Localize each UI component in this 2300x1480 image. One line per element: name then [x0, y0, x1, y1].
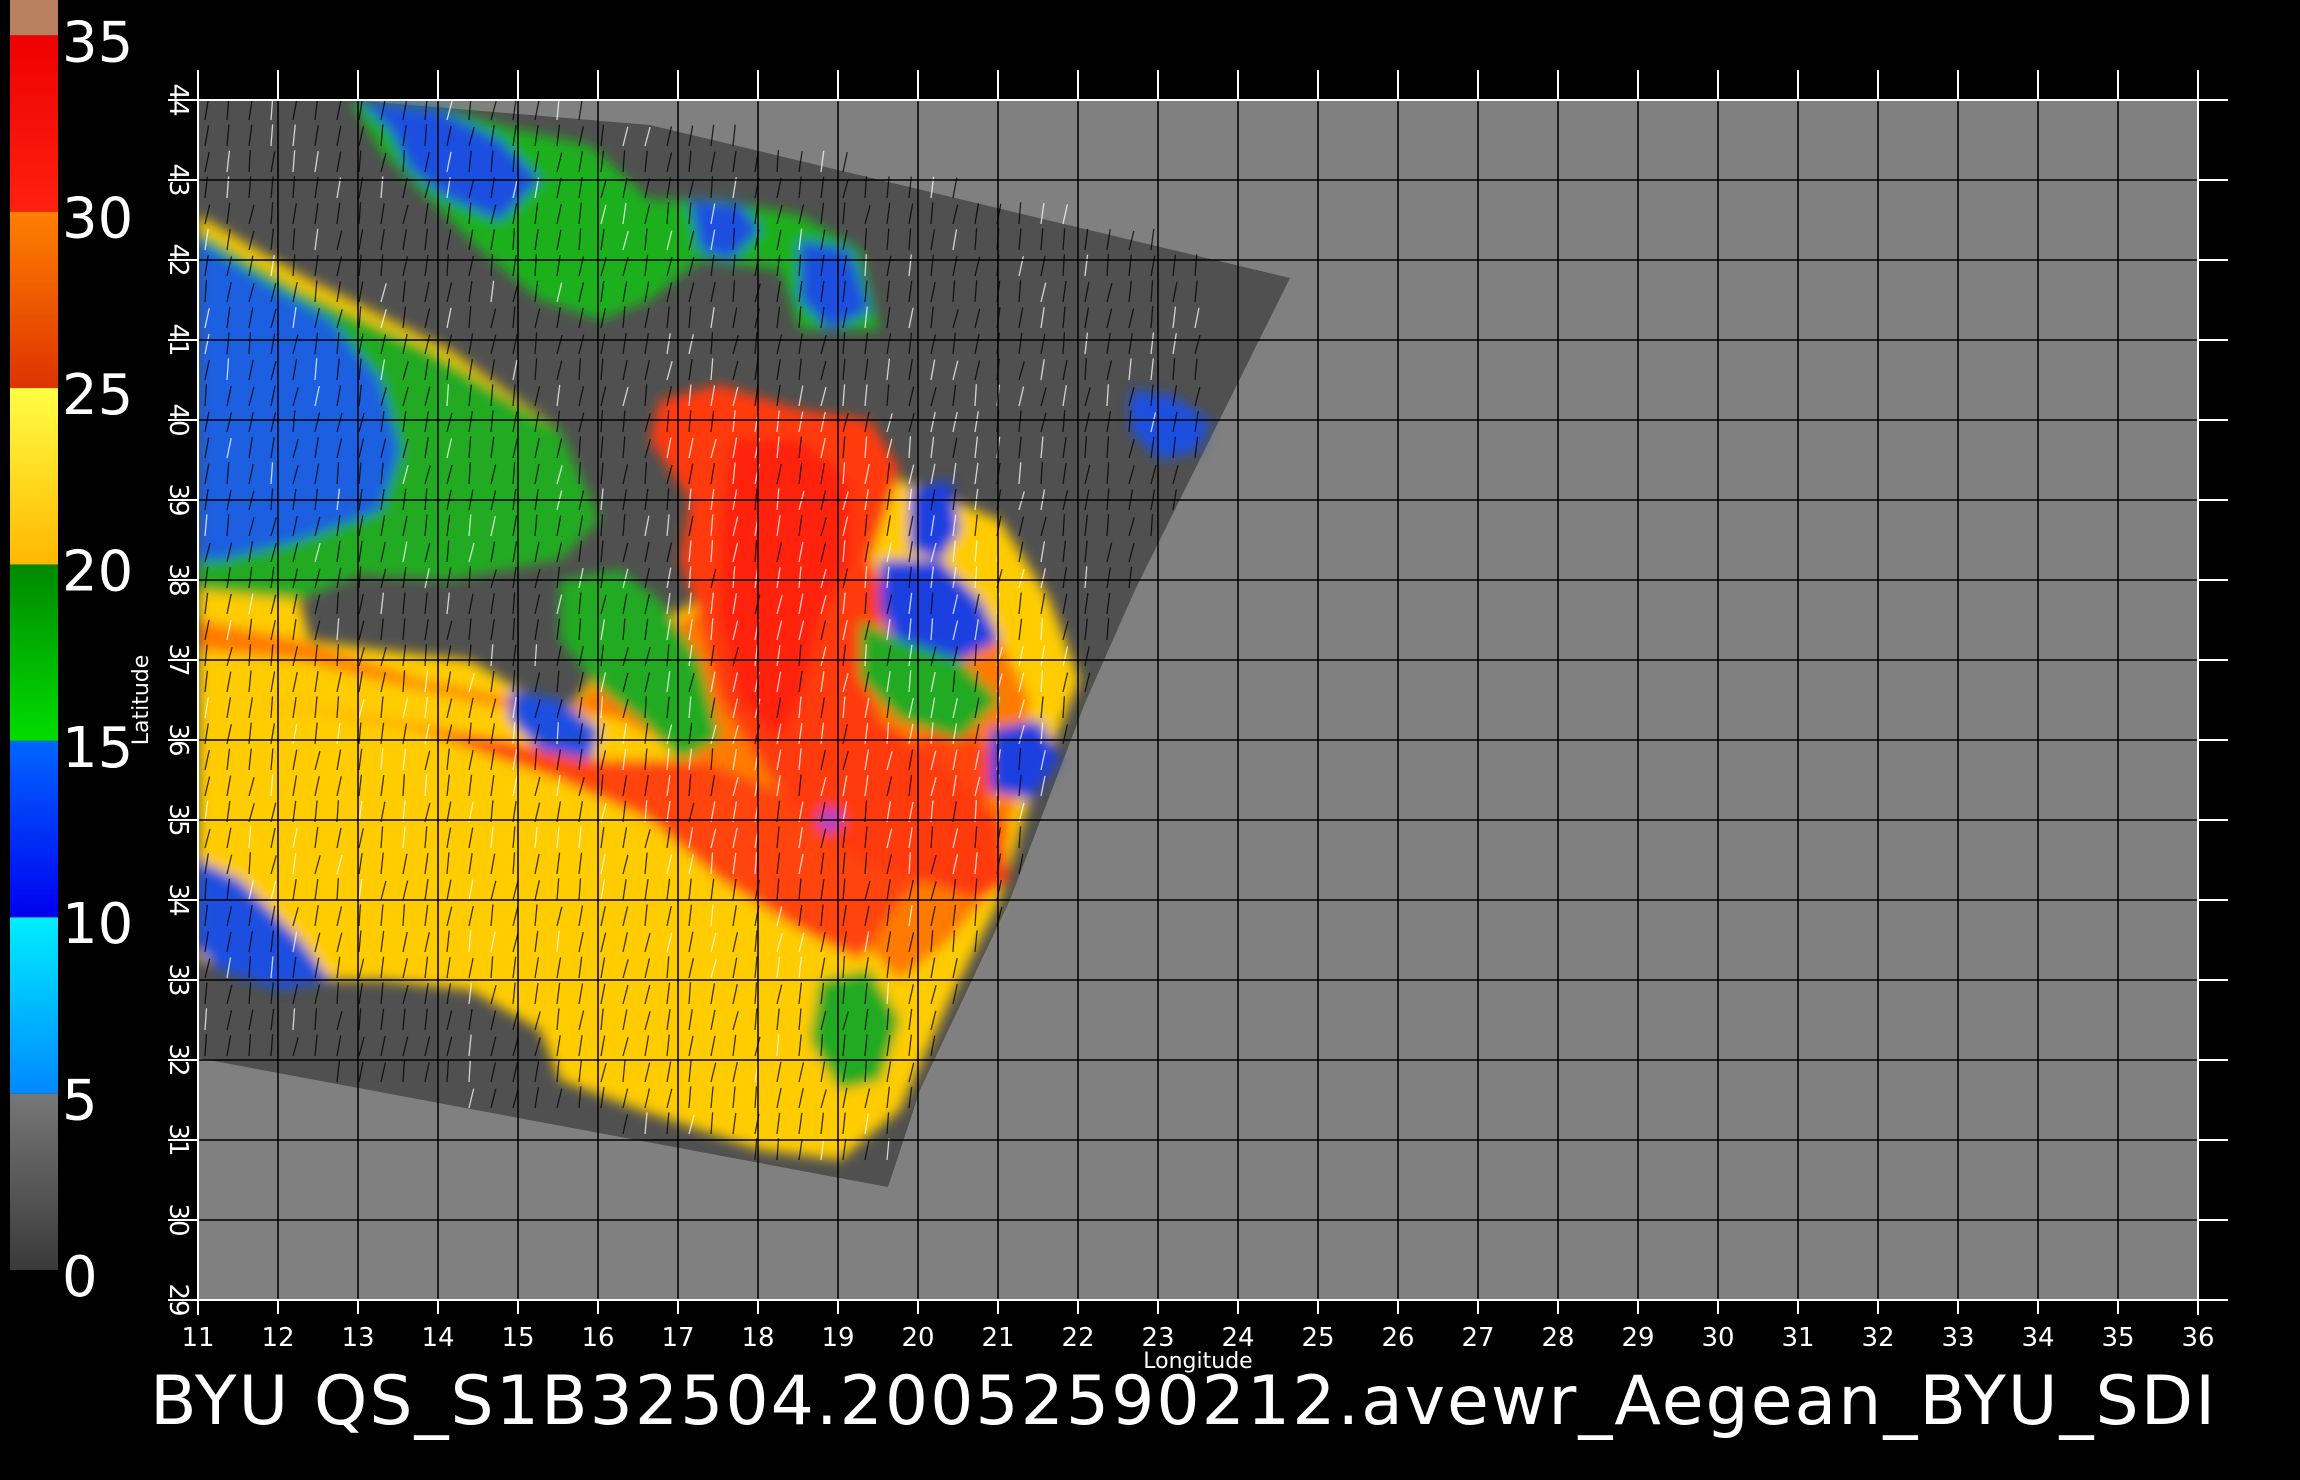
- image-caption: BYU QS_S1B32504.20052590212.avewr_Aegean…: [150, 1362, 2218, 1441]
- lon-tick-label: 18: [741, 1323, 774, 1353]
- lon-tick-label: 34: [2021, 1323, 2054, 1353]
- lat-tick-label: 30: [163, 1203, 193, 1236]
- lat-tick-label: 39: [163, 483, 193, 516]
- colorbar-tick-label: 35: [62, 10, 133, 75]
- y-axis-label: Latitude: [129, 655, 154, 746]
- lon-tick-label: 32: [1861, 1323, 1894, 1353]
- lon-tick-label: 35: [2101, 1323, 2134, 1353]
- lon-tick-label: 13: [341, 1323, 374, 1353]
- lon-tick-label: 17: [661, 1323, 694, 1353]
- lon-tick-label: 16: [581, 1323, 614, 1353]
- lon-tick-label: 36: [2181, 1323, 2214, 1353]
- lon-tick-label: 31: [1781, 1323, 1814, 1353]
- lon-tick-label: 14: [421, 1323, 454, 1353]
- lat-tick-label: 43: [163, 163, 193, 196]
- lon-tick-label: 11: [181, 1323, 214, 1353]
- lat-tick-label: 32: [163, 1043, 193, 1076]
- wind-map-viewer: 35 30 25 20 15 10 5 0 11 12 13 14 15 16 17 18 1…: [10, 0, 2228, 1374]
- colorbar-tick-label: 20: [62, 539, 133, 604]
- lat-tick-label: 31: [163, 1123, 193, 1156]
- wind-speed-colorbar: [10, 0, 58, 1270]
- lat-tick-label: 33: [163, 963, 193, 996]
- latitude-tick-labels: 29 30 31 32 33 34 35 36 37 38 39 40 41 42 43 44: [163, 83, 193, 1316]
- lon-tick-label: 15: [501, 1323, 534, 1353]
- colorbar-tick-label: 25: [62, 363, 133, 428]
- colorbar-tick-label: 0: [62, 1245, 98, 1310]
- colorbar-segment: [10, 1093, 58, 1270]
- lon-tick-label: 33: [1941, 1323, 1974, 1353]
- colorbar-segment: [10, 0, 58, 36]
- lon-tick-label: 25: [1301, 1323, 1334, 1353]
- colorbar-segment: [10, 917, 58, 1094]
- lon-tick-label: 21: [981, 1323, 1014, 1353]
- lon-tick-label: 20: [901, 1323, 934, 1353]
- colorbar-tick-label: 10: [62, 892, 133, 957]
- colorbar-tick-label: 30: [62, 187, 133, 252]
- lon-tick-label: 12: [261, 1323, 294, 1353]
- lat-tick-label: 41: [163, 323, 193, 356]
- colorbar-tick-label: 15: [62, 716, 133, 781]
- colorbar-segment: [10, 740, 58, 918]
- lat-tick-label: 38: [163, 563, 193, 596]
- lat-tick-label: 44: [163, 83, 193, 116]
- colorbar-segment: [10, 388, 58, 565]
- lon-tick-label: 30: [1701, 1323, 1734, 1353]
- lon-tick-label: 26: [1381, 1323, 1414, 1353]
- lat-tick-label: 42: [163, 243, 193, 276]
- lon-tick-label: 28: [1541, 1323, 1574, 1353]
- lat-tick-label: 37: [163, 643, 193, 676]
- lat-tick-label: 40: [163, 403, 193, 436]
- colorbar-segment: [10, 35, 58, 212]
- lat-tick-label: 29: [163, 1283, 193, 1316]
- lon-tick-label: 22: [1061, 1323, 1094, 1353]
- lat-tick-label: 36: [163, 723, 193, 756]
- lon-tick-label: 19: [821, 1323, 854, 1353]
- lat-tick-label: 35: [163, 803, 193, 836]
- lat-tick-label: 34: [163, 883, 193, 916]
- colorbar-tick-labels: 35 30 25 20 15 10 5 0: [62, 10, 133, 1310]
- colorbar-segment: [10, 564, 58, 741]
- colorbar-tick-label: 5: [62, 1069, 98, 1134]
- lon-tick-label: 29: [1621, 1323, 1654, 1353]
- lon-tick-label: 27: [1461, 1323, 1494, 1353]
- colorbar-segment: [10, 211, 58, 389]
